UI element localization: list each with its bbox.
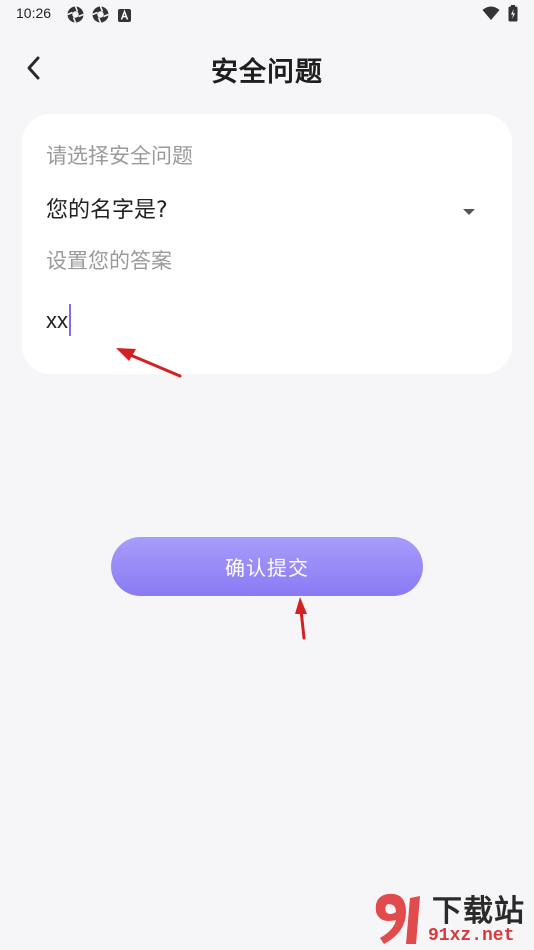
question-select[interactable]: 您的名字是?: [46, 188, 476, 224]
annotation-arrow-icon: [295, 597, 307, 640]
nav-bar: 安全问题: [0, 40, 534, 96]
watermark-mark-icon: [375, 893, 420, 944]
page-title: 安全问题: [211, 57, 323, 88]
question-value: 您的名字是?: [46, 198, 168, 223]
submit-label: 确认提交: [225, 556, 309, 580]
watermark-logo: 下载站 91xz.net: [362, 886, 534, 950]
aperture-icon: [67, 6, 84, 27]
watermark-text-top: 下载站: [432, 894, 525, 929]
dropdown-arrow-icon: [462, 201, 476, 220]
security-question-card: 请选择安全问题 您的名字是? 设置您的答案 xx: [22, 114, 512, 374]
answer-value: xx: [46, 308, 68, 333]
battery-charging-icon: [508, 5, 518, 26]
answer-input[interactable]: xx: [46, 302, 476, 342]
status-time: 10:26: [16, 5, 52, 21]
submit-button[interactable]: 确认提交: [111, 537, 423, 596]
wifi-icon: [482, 6, 500, 25]
aperture-icon: [92, 6, 109, 27]
watermark-text-bottom: 91xz.net: [428, 926, 515, 946]
question-label: 请选择安全问题: [46, 144, 193, 168]
answer-label: 设置您的答案: [46, 249, 172, 273]
a-letter-icon: [118, 7, 131, 26]
status-bar: 10:26: [0, 0, 534, 28]
text-caret: [69, 304, 71, 336]
